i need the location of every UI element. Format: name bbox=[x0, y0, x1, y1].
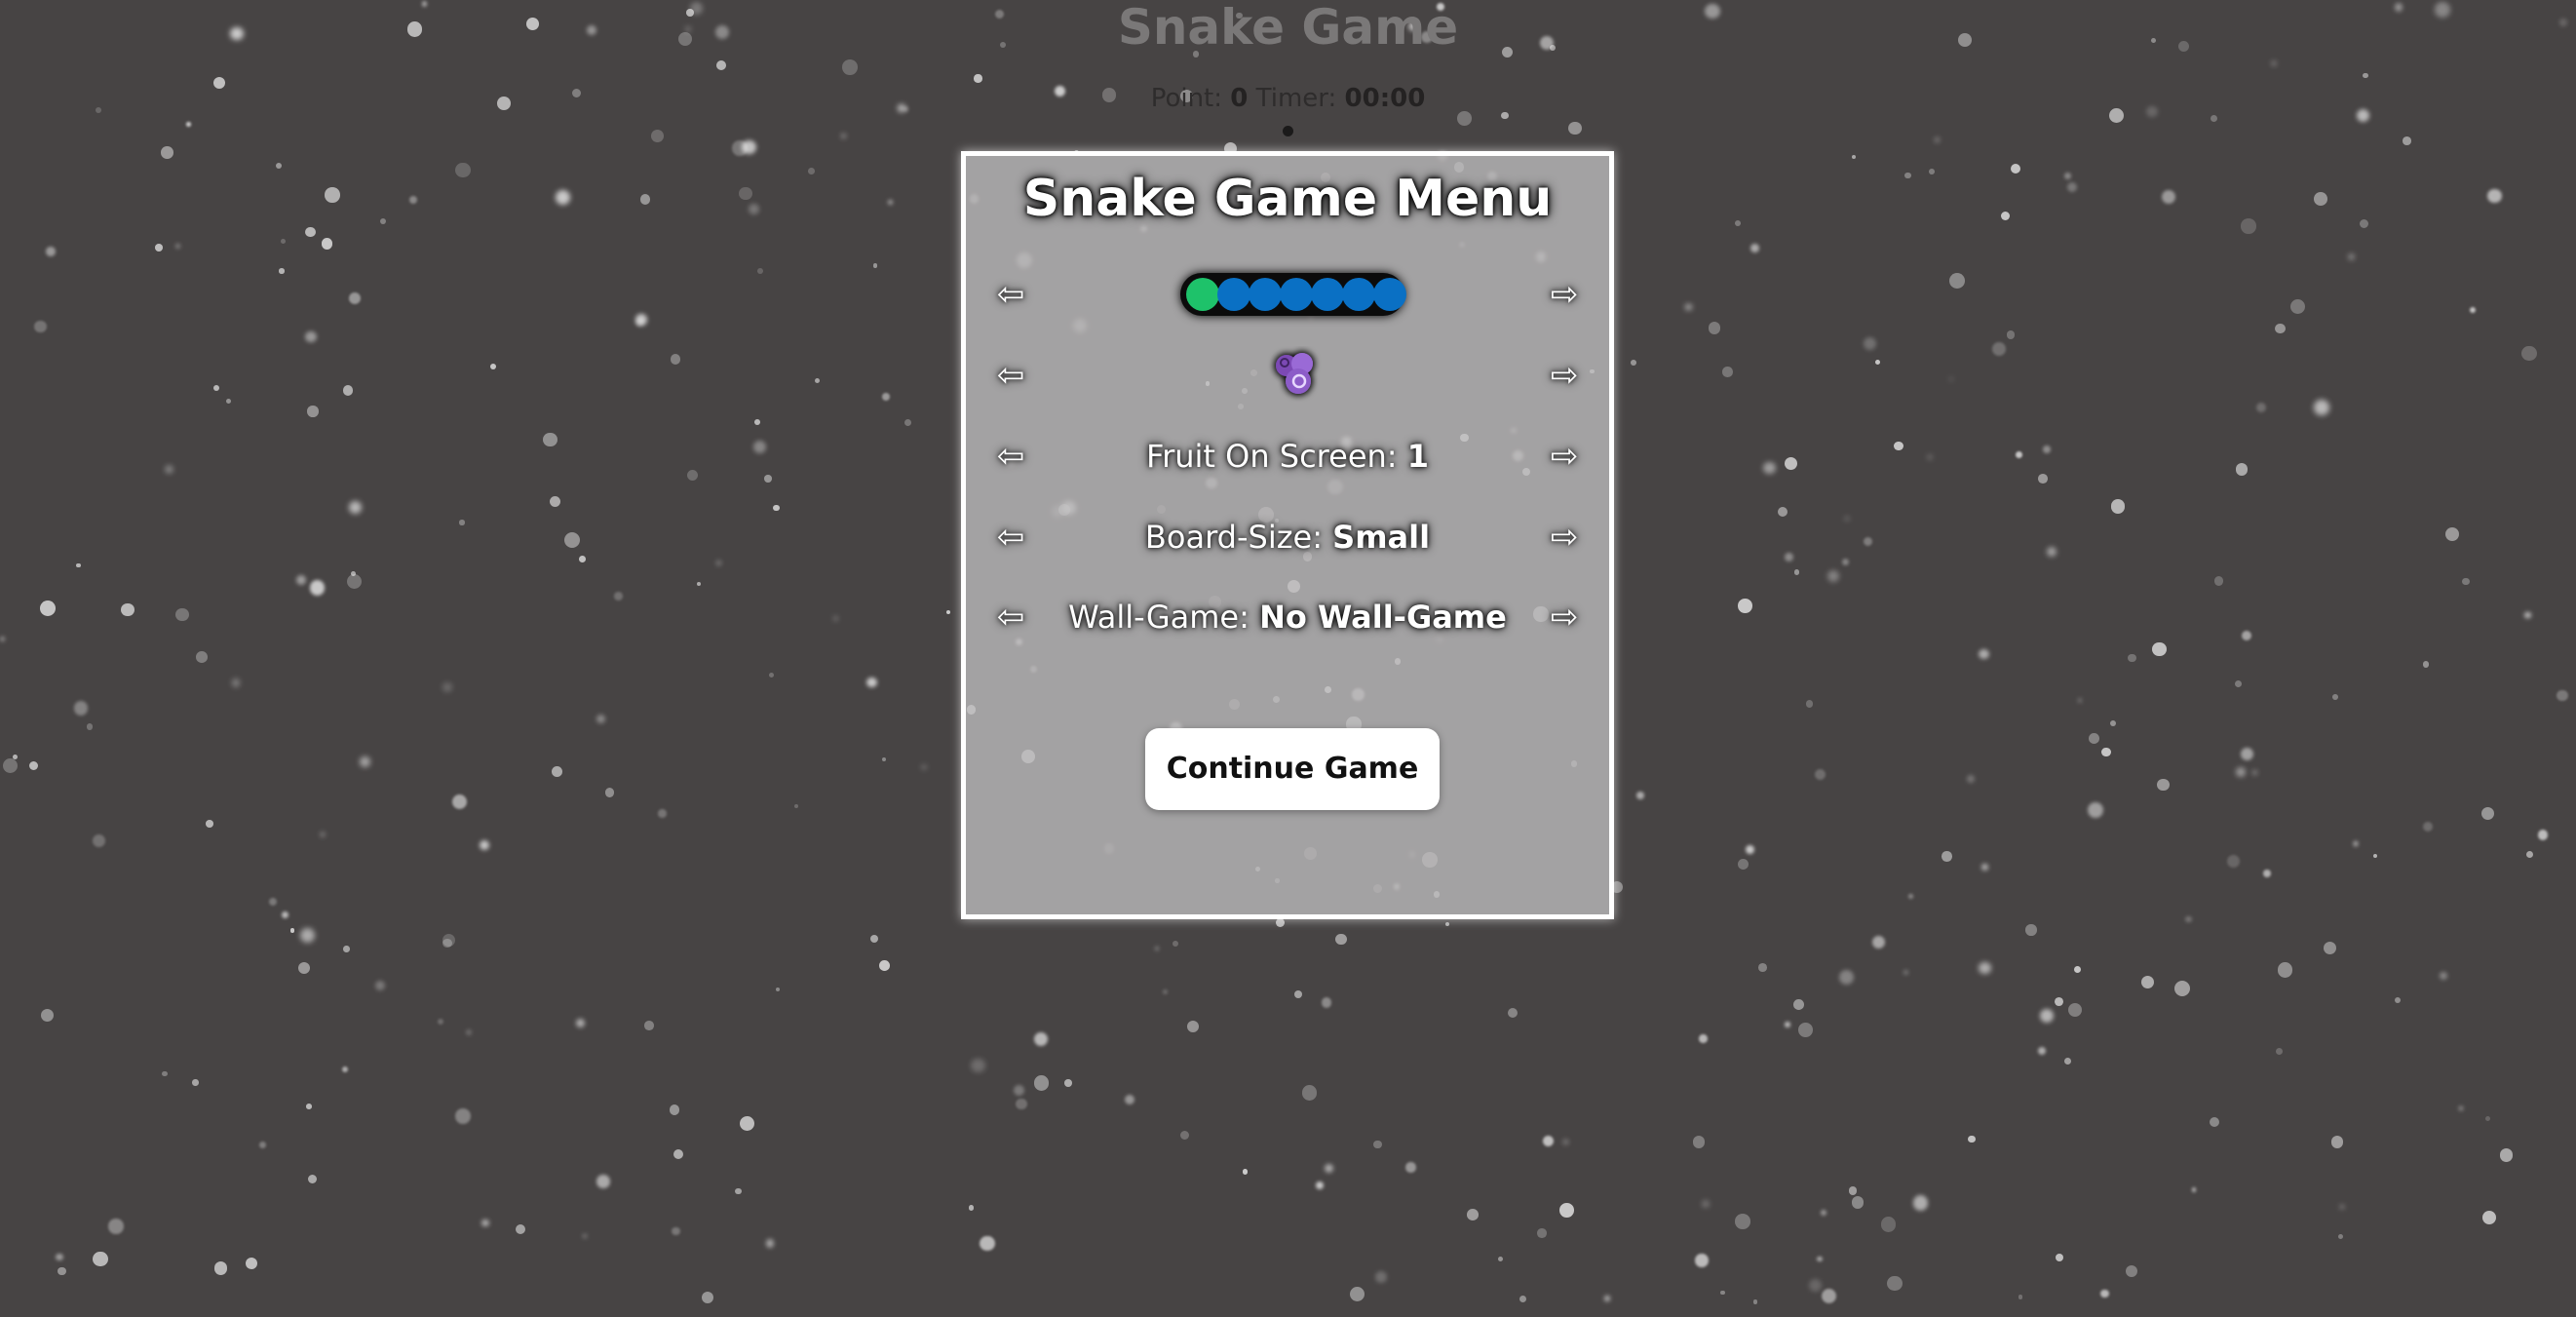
wall-game-row: ⇦ Wall-Game: No Wall-Game ⇨ bbox=[966, 586, 1609, 648]
wall-game-prev-button[interactable]: ⇦ bbox=[985, 594, 1036, 640]
snake-body-segment bbox=[1280, 278, 1313, 311]
fruit-skin-next-button[interactable]: ⇨ bbox=[1539, 352, 1590, 399]
wall-game-setting: Wall-Game: No Wall-Game bbox=[1044, 586, 1531, 648]
board-size-value: Small bbox=[1332, 519, 1431, 556]
board-size-label: Board-Size: bbox=[1144, 519, 1323, 556]
fruit-skin-prev-button[interactable]: ⇦ bbox=[985, 352, 1036, 399]
wall-game-next-button[interactable]: ⇨ bbox=[1539, 594, 1590, 640]
snake-body-segment bbox=[1373, 278, 1406, 311]
fruit-skin-row: ⇦ ⇨ bbox=[966, 344, 1609, 407]
board-size-prev-button[interactable]: ⇦ bbox=[985, 514, 1036, 561]
menu-title: Snake Game Menu bbox=[1022, 170, 1553, 228]
snake-skin-prev-button[interactable]: ⇦ bbox=[985, 271, 1036, 318]
snake-body-segment bbox=[1342, 278, 1375, 311]
fruit-count-next-button[interactable]: ⇨ bbox=[1539, 433, 1590, 480]
wall-game-label: Wall-Game: bbox=[1068, 599, 1250, 636]
wall-game-value: No Wall-Game bbox=[1259, 599, 1507, 636]
snake-body-segment bbox=[1311, 278, 1344, 311]
board-size-row: ⇦ Board-Size: Small ⇨ bbox=[966, 506, 1609, 568]
point-value: 0 bbox=[1230, 84, 1249, 113]
score-bar: Point: 0 Timer: 00:00 bbox=[0, 82, 2576, 115]
timer-label: Timer: bbox=[1255, 84, 1337, 113]
point-label: Point: bbox=[1150, 84, 1223, 113]
fruit-count-row: ⇦ Fruit On Screen: 1 ⇨ bbox=[966, 425, 1609, 487]
board-size-next-button[interactable]: ⇨ bbox=[1539, 514, 1590, 561]
fruit-count-setting: Fruit On Screen: 1 bbox=[1044, 425, 1531, 487]
snake-skin-next-button[interactable]: ⇨ bbox=[1539, 271, 1590, 318]
fruit-count-label: Fruit On Screen: bbox=[1146, 438, 1398, 475]
timer-value: 00:00 bbox=[1344, 84, 1426, 113]
fruit-count-prev-button[interactable]: ⇦ bbox=[985, 433, 1036, 480]
page-title: Snake Game bbox=[1117, 0, 1459, 56]
board-size-setting: Board-Size: Small bbox=[1044, 506, 1531, 568]
snake-body-segment bbox=[1249, 278, 1282, 311]
fruit-count-value: 1 bbox=[1406, 438, 1429, 475]
continue-game-button[interactable]: Continue Game bbox=[1145, 728, 1440, 810]
grape-icon bbox=[1265, 346, 1324, 405]
game-menu-panel: Snake Game Menu ⇦ ⇨ ⇦ ⇨ ⇦ Fruit On Scree… bbox=[961, 151, 1614, 919]
snake-body-segment bbox=[1217, 278, 1250, 311]
snake-skin-preview bbox=[1180, 273, 1406, 316]
snake-skin-row: ⇦ ⇨ bbox=[966, 263, 1609, 326]
dot-indicator bbox=[1283, 126, 1293, 136]
snake-head-segment bbox=[1186, 278, 1219, 311]
